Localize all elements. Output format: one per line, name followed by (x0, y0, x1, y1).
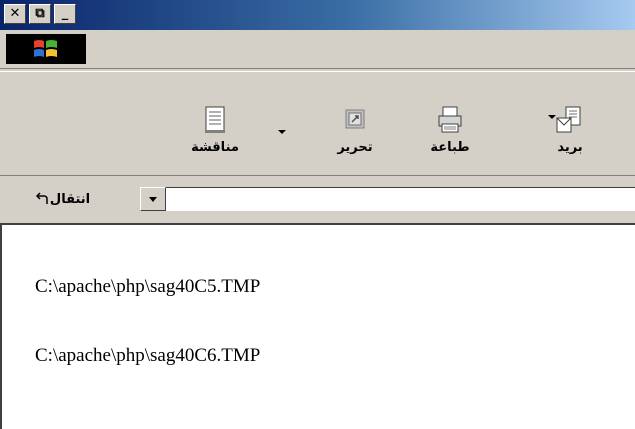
title-bar: ✕ ⧉ _ (0, 0, 635, 30)
mail-button[interactable]: بريد (535, 101, 605, 171)
mail-icon (556, 106, 581, 133)
page-content: C:\apache\php\sag40C5.TMP C:\apache\php\… (0, 223, 635, 429)
file-path-line: C:\apache\php\sag40C6.TMP (35, 345, 261, 366)
discuss-dropdown-icon[interactable] (278, 130, 286, 134)
minimize-button[interactable]: _ (54, 4, 76, 24)
close-button[interactable]: ✕ (4, 4, 26, 24)
go-arrow-icon (35, 192, 48, 204)
edit-button[interactable]: تحرير (320, 101, 390, 171)
discuss-button[interactable]: مناقشة (180, 101, 250, 171)
go-button[interactable]: انتقال (4, 184, 114, 214)
close-icon: ✕ (9, 6, 21, 21)
go-label: انتقال (49, 191, 91, 207)
discuss-icon (205, 106, 225, 133)
print-button[interactable]: طباعة (415, 101, 485, 171)
mail-label: بريد (557, 140, 583, 155)
address-dropdown-button[interactable] (140, 187, 166, 211)
brand-separator (0, 68, 635, 72)
restore-icon: ⧉ (35, 6, 45, 21)
edit-icon (345, 109, 365, 129)
windows-flag-icon (6, 34, 86, 64)
brand-bar (0, 30, 635, 97)
print-label: طباعة (430, 140, 470, 155)
address-bar: انتقال (0, 175, 635, 223)
file-path-line: C:\apache\php\sag40C5.TMP (35, 276, 261, 297)
address-input[interactable] (166, 187, 635, 211)
minimize-icon: _ (61, 6, 69, 21)
discuss-label: مناقشة (191, 140, 239, 155)
edit-label: تحرير (337, 140, 373, 155)
printer-icon (438, 106, 462, 133)
toolbar: مناقشة تحرير طباعة بريد (0, 97, 635, 175)
restore-button[interactable]: ⧉ (29, 4, 51, 24)
